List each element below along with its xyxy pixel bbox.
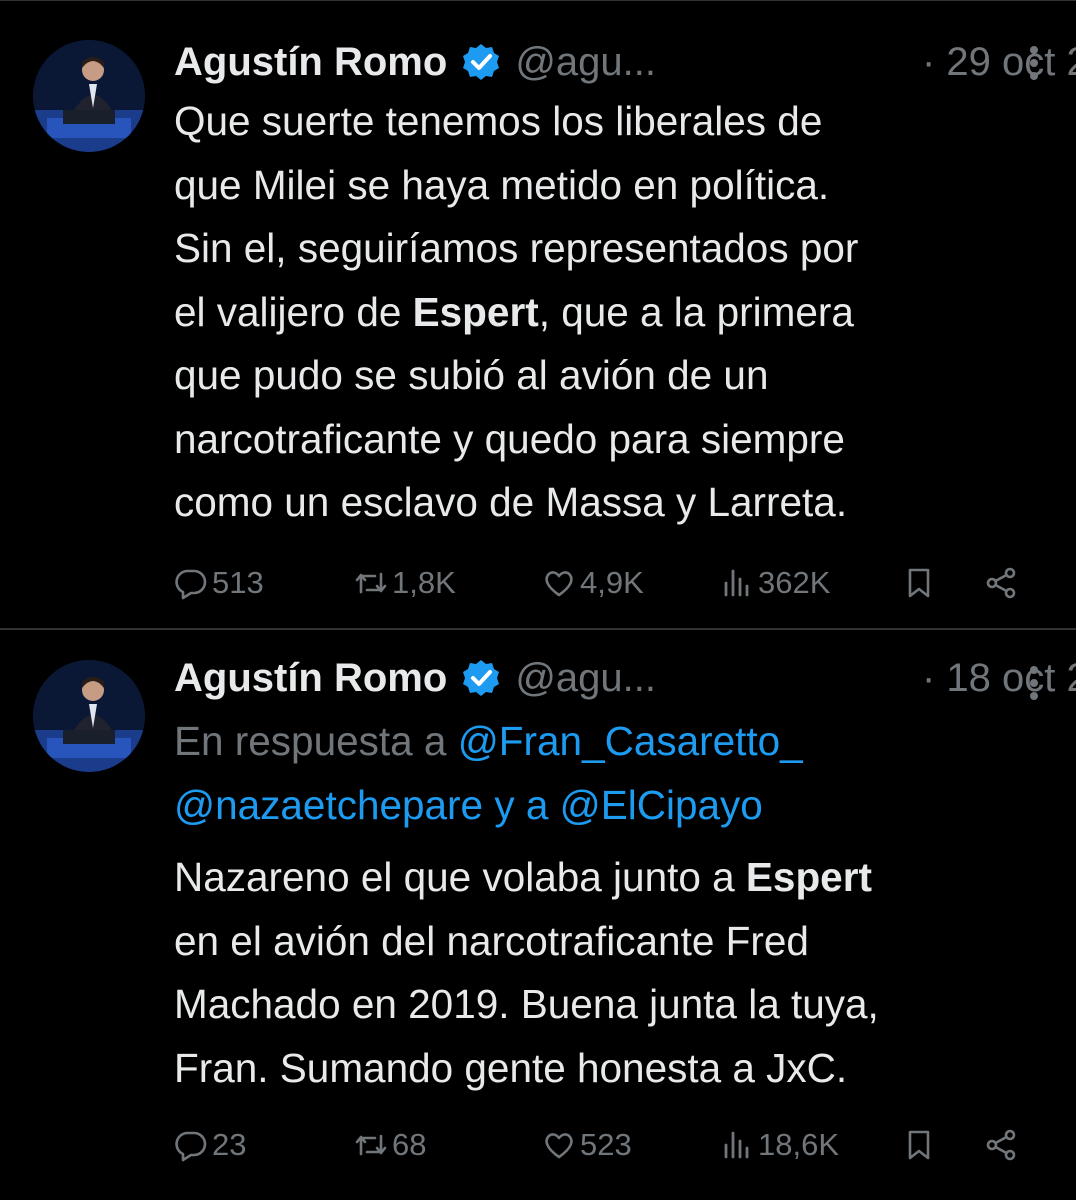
tweet-date[interactable]: · 29 oct 23 (922, 40, 1076, 85)
views-button[interactable]: 18,6K (720, 1120, 839, 1170)
reply-count: 23 (212, 1127, 247, 1162)
tweet-2[interactable]: Agustín Romo @agu... · 18 oct 23 En resp… (0, 630, 1076, 1190)
tweet-text-line: Sin el, seguiríamos representados por (174, 217, 1036, 281)
tweet-date[interactable]: · 18 oct 23 (922, 656, 1076, 701)
retweet-button[interactable]: 1,8K (354, 558, 456, 608)
tweet-header: Agustín Romo @agu... · 18 oct 23 (174, 650, 1076, 706)
avatar-image (33, 40, 145, 152)
text-segment: como un esclavo de Massa y Larreta. (174, 479, 848, 525)
tweet-text-line: el valijero de Espert, que a la primera (174, 281, 1036, 345)
text-segment: , que a la primera (538, 288, 854, 335)
author-handle[interactable]: @agu... (515, 656, 656, 701)
bold-text: Espert (412, 288, 539, 335)
tweet-text-line: en el avión del narcotraficante Fred (174, 910, 1036, 974)
reply-context: En respuesta a @Fran_Casaretto_ @nazaetc… (174, 710, 1036, 837)
text-segment: Nazareno el que volaba junto a (174, 854, 746, 900)
text-segment: narcotraficante y quedo para siempre (174, 415, 845, 462)
retweet-icon (355, 1134, 387, 1156)
share-button[interactable] (984, 558, 1018, 608)
reply-prefix: En respuesta a (174, 718, 458, 764)
view-count: 362K (758, 565, 831, 600)
text-segment: Sin el, seguiríamos representados por (174, 225, 859, 271)
share-icon (986, 1129, 1016, 1161)
tweet-text-line: que Milei se haya metido en política. (174, 154, 1036, 218)
mention-links[interactable]: @nazaetchepare y a @ElCipayo (174, 774, 1036, 838)
like-button[interactable]: 4,9K (542, 558, 644, 608)
reply-icon (175, 1131, 207, 1162)
reply-button[interactable]: 23 (174, 1120, 246, 1170)
retweet-icon (355, 572, 387, 594)
avatar[interactable] (33, 660, 145, 772)
verified-badge-icon (463, 44, 500, 80)
view-count: 18,6K (758, 1127, 840, 1162)
more-options-icon[interactable] (1028, 666, 1040, 706)
avatar-image (33, 660, 145, 772)
bookmark-button[interactable] (902, 558, 936, 608)
like-count: 523 (580, 1127, 632, 1162)
tweet-text-line: Fran. Sumando gente honesta a JxC. (174, 1037, 1036, 1101)
mention-link[interactable]: @Fran_Casaretto_ (458, 718, 803, 764)
tweet-text-line: Nazareno el que volaba junto a Espert (174, 846, 1036, 910)
heart-icon (545, 571, 573, 597)
tweet-actions: 23 68 523 18,6K (174, 1120, 1036, 1170)
tweet-text-line: como un esclavo de Massa y Larreta. (174, 471, 1036, 535)
retweet-count: 1,8K (392, 565, 456, 600)
tweet-text-line: Que suerte tenemos los liberales de (174, 90, 1036, 154)
text-segment: en el avión del narcotraficante Fred (174, 917, 809, 964)
like-count: 4,9K (580, 565, 644, 600)
views-button[interactable]: 362K (720, 558, 830, 608)
retweet-count: 68 (392, 1127, 427, 1162)
share-icon (986, 567, 1016, 599)
like-button[interactable]: 523 (542, 1120, 632, 1170)
more-options-icon[interactable] (1028, 46, 1040, 86)
tweet-text-line: que pudo se subió al avión de un (174, 344, 1036, 408)
retweet-button[interactable]: 68 (354, 1120, 426, 1170)
top-divider (0, 0, 1076, 1)
tweet-1[interactable]: Agustín Romo @agu... · 29 oct 23 Que sue… (0, 10, 1076, 628)
text-segment: que pudo se subió al avión de un (174, 352, 769, 398)
heart-icon (545, 1133, 573, 1159)
tweet-text: Nazareno el que volaba junto a Espert en … (174, 846, 1036, 1100)
text-segment: el valijero de (174, 288, 413, 335)
text-segment: Que suerte tenemos los liberales de (174, 98, 823, 144)
author-handle[interactable]: @agu... (515, 40, 656, 85)
share-button[interactable] (984, 1120, 1018, 1170)
tweet-text-line: narcotraficante y quedo para siempre (174, 408, 1036, 472)
author-name[interactable]: Agustín Romo (174, 656, 447, 701)
author-name[interactable]: Agustín Romo (174, 40, 447, 85)
reply-count: 513 (212, 565, 264, 600)
bookmark-icon (908, 1130, 930, 1160)
reply-button[interactable]: 513 (174, 558, 264, 608)
bookmark-button[interactable] (902, 1120, 936, 1170)
text-segment: Machado en 2019. Buena junta la tuya, (174, 981, 879, 1027)
avatar[interactable] (33, 40, 145, 152)
tweet-text: Que suerte tenemos los liberales de que M… (174, 90, 1036, 535)
tweet-actions: 513 1,8K 4,9K 362K (174, 558, 1036, 608)
reply-icon (175, 569, 207, 600)
verified-badge-icon (463, 660, 500, 696)
tweet-text-line: Machado en 2019. Buena junta la tuya, (174, 973, 1036, 1037)
text-segment: que Milei se haya metido en política. (174, 161, 830, 208)
views-icon (724, 1131, 749, 1159)
bold-text: Espert (745, 854, 872, 900)
text-segment: Fran. Sumando gente honesta a JxC. (174, 1044, 848, 1091)
tweet-header: Agustín Romo @agu... · 29 oct 23 (174, 34, 1076, 90)
bookmark-icon (908, 568, 930, 598)
views-icon (724, 569, 749, 597)
